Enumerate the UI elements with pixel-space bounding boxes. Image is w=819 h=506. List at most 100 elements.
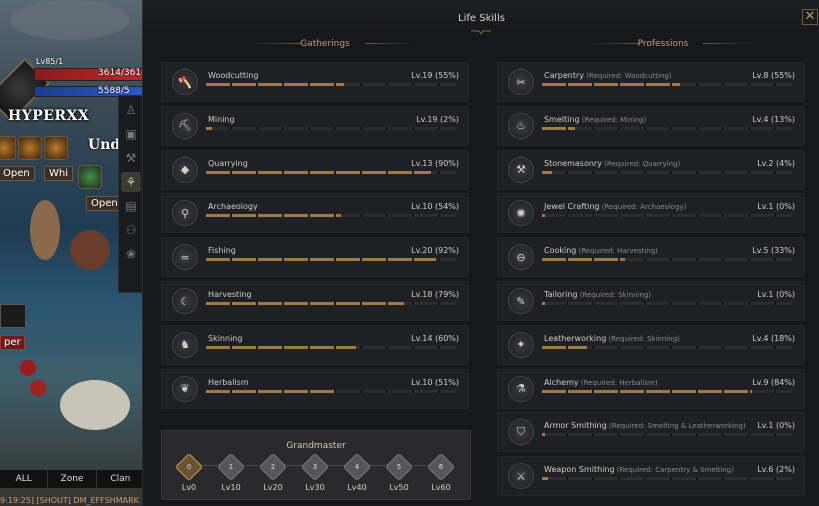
skill-name: Smelting (Required: Mining)	[544, 115, 646, 124]
gatherings-title: Gatherings	[300, 39, 350, 49]
grandmaster-step-label: Lv50	[389, 483, 409, 492]
skill-progress-fill	[542, 433, 545, 437]
skill-row[interactable]: ❦ Herbalism Lv.10 (51%)	[161, 368, 469, 409]
crowd-area	[10, 0, 130, 40]
life-skills-icon[interactable]: ⚘	[121, 172, 141, 192]
skill-row[interactable]: ✎ Tailoring (Required: Skinning) Lv.1 (0%)	[497, 281, 805, 321]
skill-row[interactable]: ⛉ Armor Smithing (Required: Smelting & Le…	[497, 412, 805, 453]
chisel-icon: ⚒	[508, 156, 534, 183]
skill-level: Lv.18 (79%)	[411, 290, 459, 299]
grandmaster-title: Grandmaster	[286, 441, 346, 451]
fish-icon: ≈	[172, 244, 198, 271]
divider-ornament	[703, 43, 753, 44]
title-bar[interactable]: Life Skills ✕	[143, 0, 819, 35]
und-label: Und	[88, 137, 121, 153]
grandmaster-step-number: 1	[228, 463, 234, 471]
skill-requirement: (Required: Quarrying)	[601, 159, 681, 168]
skill-progress-fill	[542, 345, 587, 349]
skill-level: Lv.9 (84%)	[752, 377, 795, 387]
skill-name-text: Fishing	[208, 246, 236, 256]
leather-icon: ✦	[508, 331, 534, 358]
skill-progress-fill	[206, 258, 436, 262]
skill-name: Skinning	[208, 334, 242, 343]
character-icon[interactable]: ♙	[121, 100, 141, 120]
skill-row[interactable]: ⚗ Alchemy (Required: Herbalism) Lv.9 (84%)	[497, 368, 805, 409]
whi-button[interactable]: Whi	[44, 166, 74, 181]
skill-name-text: Alchemy	[544, 377, 579, 387]
skill-row[interactable]: ⚔ Weapon Smithing (Required: Carpentry & …	[497, 456, 805, 497]
skill-level: Lv.19 (2%)	[416, 114, 459, 124]
helmet-icon: ⛉	[508, 419, 534, 446]
skill-row[interactable]: ⚒ Stonemasonry (Required: Quarrying) Lv.2 …	[497, 149, 805, 190]
skill-name: Fishing	[208, 246, 236, 255]
grandmaster-step-number: 4	[354, 463, 360, 471]
skill-row[interactable]: ✂ Carpentry (Required: Woodcutting) Lv.8 (…	[497, 62, 805, 102]
skill-progress-fill	[542, 258, 625, 262]
skill-row[interactable]: ⛏ Mining Lv.19 (2%)	[161, 105, 469, 146]
grandmaster-step: 2 Lv20	[258, 452, 288, 492]
skill-progress-fill	[542, 302, 545, 305]
grandmaster-step-label: Lv20	[263, 483, 283, 492]
skill-level: Lv.2 (4%)	[757, 158, 795, 168]
stone-icon: ◆	[172, 156, 198, 183]
skill-row[interactable]: ♨ Smelting (Required: Mining) Lv.4 (13%)	[497, 105, 805, 146]
grandmaster-step-label: Lv10	[221, 483, 241, 492]
close-button[interactable]: ✕	[802, 9, 818, 25]
buff-icon[interactable]	[0, 136, 16, 160]
skill-row[interactable]: ⊖ Cooking (Required: Harvesting) Lv.5 (33%…	[497, 237, 805, 278]
skill-row[interactable]: ⚲ Archaeology Lv.10 (54%)	[161, 193, 469, 234]
skill-requirement: (Required: Mining)	[579, 115, 647, 124]
skill-requirement: (Required: Herbalism)	[578, 378, 658, 387]
skill-progress-bar	[542, 389, 792, 393]
skill-row[interactable]: ☾ Harvesting Lv.18 (79%)	[161, 281, 469, 321]
grandmaster-step-number: 3	[312, 463, 318, 471]
chat-tab-zone[interactable]: Zone	[48, 470, 97, 488]
skill-row[interactable]: 🪓 Woodcutting Lv.19 (55%)	[161, 62, 469, 102]
grandmaster-step-number: 0	[186, 463, 192, 471]
shovel-icon: ⚲	[172, 200, 198, 227]
herb-icon: ❦	[172, 375, 198, 402]
pet-icon[interactable]: ❀	[121, 244, 141, 264]
skill-row[interactable]: ♞ Skinning Lv.14 (60%)	[161, 324, 469, 365]
quest-icon[interactable]	[78, 165, 102, 189]
party-icon[interactable]: ⚇	[121, 220, 141, 240]
skill-progress-bar	[206, 170, 456, 174]
inventory-icon[interactable]: ▣	[121, 124, 141, 144]
skill-name: Armor Smithing (Required: Smelting & Lea…	[544, 421, 746, 430]
per-button[interactable]: per	[0, 335, 25, 350]
grandmaster-medal-icon: 5	[384, 452, 414, 482]
skill-row[interactable]: ◆ Quarrying Lv.13 (90%)	[161, 149, 469, 190]
skill-progress-bar	[206, 258, 456, 262]
skill-row[interactable]: ✦ Leatherworking (Required: Skinning) Lv.4…	[497, 324, 805, 365]
grandmaster-step: 5 Lv50	[384, 452, 414, 492]
skill-name-text: Skinning	[208, 333, 243, 343]
grandmaster-step: 3 Lv30	[300, 452, 330, 492]
skill-name-text: Weapon Smithing	[544, 465, 615, 475]
anvil-icon[interactable]: ⚒	[121, 148, 141, 168]
skill-progress-bar	[542, 477, 792, 481]
skill-progress-fill	[206, 170, 431, 174]
chat-tab-clan[interactable]: Clan	[97, 470, 145, 488]
player-level: Lv85/1	[36, 57, 64, 66]
grandmaster-step-label: Lv30	[305, 483, 325, 492]
crest-icon[interactable]	[44, 136, 68, 160]
skill-row[interactable]: ≈ Fishing Lv.20 (92%)	[161, 237, 469, 278]
open-button[interactable]: Open	[0, 166, 35, 181]
skill-progress-fill	[206, 302, 404, 305]
skill-name: Woodcutting	[208, 71, 258, 80]
skill-name-text: Harvesting	[208, 290, 252, 299]
sword-icon: ⚔	[508, 463, 534, 490]
skill-level: Lv.10 (54%)	[411, 202, 459, 212]
grandmaster-step-number: 5	[396, 463, 402, 471]
professions-title: Professions	[637, 39, 689, 49]
chat-tab-all[interactable]: ALL	[0, 470, 49, 488]
table-area	[60, 380, 130, 430]
skill-name: Herbalism	[208, 378, 249, 387]
skill-level: Lv.4 (18%)	[752, 333, 795, 343]
skill-row[interactable]: ✺ Jewel Crafting (Required: Archaeology) L…	[497, 193, 805, 234]
skill-name-text: Leatherworking	[544, 333, 607, 343]
slot-icon[interactable]	[0, 304, 26, 328]
book-icon[interactable]: ▤	[121, 196, 141, 216]
skill-progress-bar	[206, 83, 456, 86]
buff-icon[interactable]	[18, 136, 42, 160]
